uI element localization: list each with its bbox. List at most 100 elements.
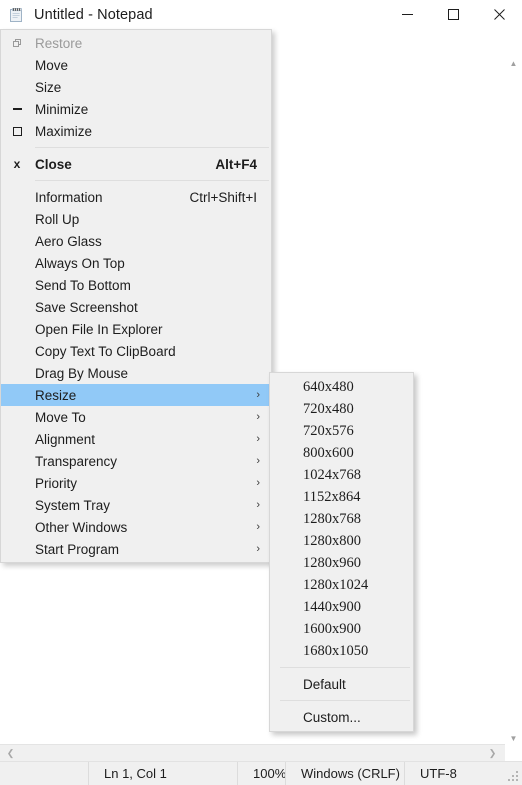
submenu-item-resize-default[interactable]: Default (270, 673, 413, 695)
menu-item-information[interactable]: Information Ctrl+Shift+I (1, 186, 271, 208)
resize-submenu: 640x480 720x480 720x576 800x600 1024x768 1152… (269, 372, 414, 732)
menu-item-label: Other Windows (35, 519, 128, 535)
menu-item-start-program[interactable]: Start Program › (1, 538, 271, 560)
menu-item-label: Restore (35, 35, 83, 51)
menu-item-save-screenshot[interactable]: Save Screenshot (1, 296, 271, 318)
submenu-item-resolution-1152x864[interactable]: 1152x864 (270, 486, 413, 508)
notepad-window: Untitled - Notepad ▲ ▼ ❮ ❯ Ln 1, Col 1 1… (0, 0, 522, 785)
menu-item-label: Drag By Mouse (35, 365, 129, 381)
maximize-icon (1, 120, 33, 142)
menu-item-label: Send To Bottom (35, 277, 131, 293)
menu-item-move[interactable]: Move (1, 54, 271, 76)
menu-item-label: Alignment (35, 431, 96, 447)
chevron-right-icon: › (256, 499, 260, 511)
chevron-right-icon: › (256, 543, 260, 555)
close-icon: x (13, 157, 21, 171)
window-title: Untitled - Notepad (34, 6, 153, 23)
menu-separator (35, 180, 269, 181)
menu-item-label: Information (35, 189, 103, 205)
chevron-right-icon: › (256, 455, 260, 467)
menu-item-label: Minimize (35, 101, 89, 117)
menu-item-close[interactable]: x Close Alt+F4 (1, 153, 271, 175)
menu-item-move-to[interactable]: Move To › (1, 406, 271, 428)
menu-item-label: Start Program (35, 541, 120, 557)
menu-item-drag-by-mouse[interactable]: Drag By Mouse (1, 362, 271, 384)
submenu-item-resolution-800x600[interactable]: 800x600 (270, 442, 413, 464)
menu-item-shortcut: Ctrl+Shift+I (189, 189, 257, 205)
submenu-item-resolution-1280x800[interactable]: 1280x800 (270, 530, 413, 552)
menu-item-label: Maximize (35, 123, 93, 139)
minimize-button[interactable] (384, 0, 430, 29)
minimize-icon (401, 14, 413, 15)
title-bar: Untitled - Notepad (0, 0, 522, 29)
submenu-separator (280, 700, 410, 701)
menu-item-label: Aero Glass (35, 233, 102, 249)
menu-item-always-on-top[interactable]: Always On Top (1, 252, 271, 274)
menu-item-resize[interactable]: Resize › (1, 384, 271, 406)
submenu-item-resolution-1680x1050[interactable]: 1680x1050 (270, 640, 413, 662)
system-context-menu: Restore Move Size Minimize Maximize x Close Alt… (0, 29, 272, 563)
menu-item-open-file-in-explorer[interactable]: Open File In Explorer (1, 318, 271, 340)
menu-item-alignment[interactable]: Alignment › (1, 428, 271, 450)
menu-item-transparency[interactable]: Transparency › (1, 450, 271, 472)
submenu-item-resize-custom[interactable]: Custom... (270, 706, 413, 728)
maximize-button[interactable] (430, 0, 476, 29)
menu-item-roll-up[interactable]: Roll Up (1, 208, 271, 230)
submenu-item-resolution-1280x1024[interactable]: 1280x1024 (270, 574, 413, 596)
menu-item-priority[interactable]: Priority › (1, 472, 271, 494)
submenu-item-resolution-1024x768[interactable]: 1024x768 (270, 464, 413, 486)
menu-item-copy-text-to-clipboard[interactable]: Copy Text To ClipBoard (1, 340, 271, 362)
submenu-item-resolution-1440x900[interactable]: 1440x900 (270, 596, 413, 618)
vertical-scrollbar[interactable]: ▲ ▼ (505, 29, 522, 747)
chevron-right-icon: › (256, 521, 260, 533)
status-zoom-level[interactable]: 100% (237, 762, 286, 785)
menu-item-label: Transparency (35, 453, 118, 469)
status-line-ending[interactable]: Windows (CRLF) (285, 762, 404, 785)
menu-item-shortcut: Alt+F4 (215, 156, 257, 172)
caption-button-group (384, 0, 522, 29)
submenu-item-resolution-1280x960[interactable]: 1280x960 (270, 552, 413, 574)
chevron-right-icon: › (256, 389, 260, 401)
menu-item-size[interactable]: Size (1, 76, 271, 98)
submenu-item-resolution-640x480[interactable]: 640x480 (270, 376, 413, 398)
status-encoding[interactable]: UTF-8 (404, 762, 522, 785)
menu-item-label: Close (35, 156, 72, 172)
menu-item-other-windows[interactable]: Other Windows › (1, 516, 271, 538)
menu-item-send-to-bottom[interactable]: Send To Bottom (1, 274, 271, 296)
submenu-item-resolution-720x480[interactable]: 720x480 (270, 398, 413, 420)
chevron-right-icon: › (256, 433, 260, 445)
menu-separator (35, 147, 269, 148)
menu-item-label: System Tray (35, 497, 111, 513)
menu-item-label: Roll Up (35, 211, 80, 227)
close-icon (493, 9, 505, 20)
menu-item-label: Move (35, 57, 69, 73)
menu-item-label: Move To (35, 409, 86, 425)
submenu-item-resolution-720x576[interactable]: 720x576 (270, 420, 413, 442)
menu-item-restore: Restore (1, 32, 271, 54)
submenu-separator (280, 667, 410, 668)
notepad-icon (9, 7, 25, 23)
menu-item-maximize[interactable]: Maximize (1, 120, 271, 142)
submenu-item-resolution-1600x900[interactable]: 1600x900 (270, 618, 413, 640)
resize-grip-icon[interactable] (508, 771, 520, 783)
submenu-item-resolution-1280x768[interactable]: 1280x768 (270, 508, 413, 530)
menu-item-aero-glass[interactable]: Aero Glass (1, 230, 271, 252)
scroll-up-arrow-icon[interactable]: ▲ (505, 55, 522, 72)
chevron-right-icon: › (256, 477, 260, 489)
menu-item-label: Resize (35, 387, 77, 403)
maximize-icon (447, 9, 459, 20)
close-button[interactable] (476, 0, 522, 29)
scroll-left-arrow-icon[interactable]: ❮ (2, 745, 19, 761)
horizontal-scrollbar[interactable]: ❮ ❯ (0, 744, 505, 762)
menu-item-label: Copy Text To ClipBoard (35, 343, 176, 359)
minimize-icon (1, 98, 33, 120)
scroll-right-arrow-icon[interactable]: ❯ (484, 745, 501, 761)
menu-item-label: Always On Top (35, 255, 125, 271)
menu-item-minimize[interactable]: Minimize (1, 98, 271, 120)
chevron-right-icon: › (256, 411, 260, 423)
menu-item-label: Save Screenshot (35, 299, 138, 315)
scroll-down-arrow-icon[interactable]: ▼ (505, 730, 522, 747)
status-cursor-position[interactable]: Ln 1, Col 1 (88, 762, 237, 785)
menu-item-label: Open File In Explorer (35, 321, 163, 337)
menu-item-system-tray[interactable]: System Tray › (1, 494, 271, 516)
